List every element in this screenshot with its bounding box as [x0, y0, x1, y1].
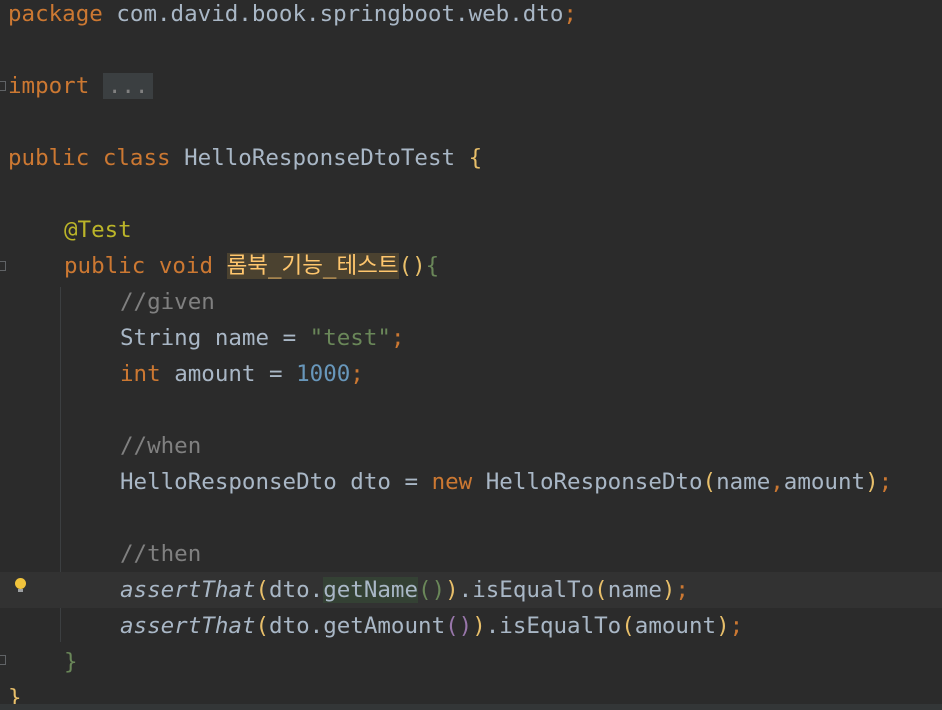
static-method-call: assertThat: [120, 577, 256, 603]
close-paren: ): [661, 577, 676, 603]
code-line-comment-when[interactable]: //when: [0, 428, 942, 464]
code-line-int-declaration[interactable]: int amount = 1000;: [0, 356, 942, 392]
operator: =: [269, 361, 283, 387]
argument: amount: [634, 613, 717, 639]
code-editor[interactable]: package com.david.book.springboot.web.dt…: [0, 0, 942, 710]
keyword-int: int: [120, 361, 161, 387]
keyword-new: new: [431, 469, 473, 495]
argument: amount: [783, 469, 866, 495]
close-paren: ): [865, 469, 879, 495]
code-line-import[interactable]: import ...: [0, 68, 942, 104]
keyword-package: package: [8, 1, 103, 27]
argument: name: [607, 577, 662, 603]
variable-name: dto: [350, 469, 391, 495]
folded-imports[interactable]: ...: [102, 73, 154, 99]
constructor-name: HelloResponseDto: [485, 469, 703, 495]
keyword-class: class: [102, 145, 171, 171]
number-literal: 1000: [296, 361, 351, 387]
open-paren: (: [594, 577, 608, 603]
argument: name: [716, 469, 771, 495]
static-method-call: assertThat: [120, 613, 256, 639]
code-line-comment-given[interactable]: //given: [0, 284, 942, 320]
comment: //when: [120, 433, 202, 459]
chained-method-call: .isEqualTo: [485, 613, 622, 639]
method-call: getAmount: [323, 613, 446, 639]
variable-name: amount: [174, 361, 256, 387]
comma: ,: [770, 469, 784, 495]
type-name: String: [120, 325, 202, 351]
code-line-method-close[interactable]: }: [0, 644, 942, 680]
semicolon: ;: [729, 613, 744, 639]
code-line-assert-name[interactable]: assertThat(dto.getName()).isEqualTo(name…: [0, 572, 942, 608]
code-line-method-declaration[interactable]: public void 롬북_기능_테스트(){: [0, 248, 942, 284]
semicolon: ;: [390, 325, 405, 351]
method-parens: (): [398, 253, 426, 279]
open-paren: (: [255, 613, 270, 639]
keyword-public: public: [8, 145, 90, 171]
chained-method-call: .isEqualTo: [458, 577, 595, 603]
object-reference: dto.: [269, 577, 324, 603]
code-line-assert-amount[interactable]: assertThat(dto.getAmount()).isEqualTo(am…: [0, 608, 942, 644]
type-name: HelloResponseDto: [120, 469, 337, 495]
method-parens: (): [445, 613, 473, 639]
test-annotation: @Test: [64, 217, 132, 243]
code-line-string-declaration[interactable]: String name = "test";: [0, 320, 942, 356]
method-parens: (): [418, 577, 446, 603]
open-paren: (: [255, 577, 270, 603]
close-paren: ): [472, 613, 486, 639]
code-line-annotation[interactable]: @Test: [0, 212, 942, 248]
operator: =: [282, 325, 297, 351]
code-line-new-dto[interactable]: HelloResponseDto dto = new HelloResponse…: [0, 464, 942, 500]
variable-name: name: [214, 325, 270, 351]
method-close-brace: }: [64, 649, 78, 675]
close-paren: ): [716, 613, 730, 639]
code-line-package[interactable]: package com.david.book.springboot.web.dt…: [0, 0, 942, 32]
operator: =: [404, 469, 419, 495]
method-name: 롬북_기능_테스트: [226, 253, 399, 279]
close-paren: ): [445, 577, 459, 603]
class-open-brace: {: [468, 145, 483, 171]
semicolon: ;: [675, 577, 689, 603]
open-paren: (: [702, 469, 717, 495]
semicolon: ;: [350, 361, 364, 387]
code-line-class-declaration[interactable]: public class HelloResponseDtoTest {: [0, 140, 942, 176]
object-reference: dto.: [269, 613, 324, 639]
comment: //given: [120, 289, 215, 315]
package-path: com.david.book.springboot.web.dto: [116, 1, 564, 27]
keyword-void: void: [158, 253, 214, 279]
horizontal-scrollbar[interactable]: [0, 704, 942, 710]
keyword-import: import: [8, 73, 90, 99]
string-literal: "test": [309, 325, 391, 351]
method-open-brace: {: [425, 253, 440, 279]
class-name: HelloResponseDtoTest: [184, 145, 456, 171]
semicolon: ;: [563, 1, 577, 27]
lightbulb-icon[interactable]: [15, 578, 26, 592]
open-paren: (: [621, 613, 635, 639]
method-call: getName: [323, 577, 419, 603]
semicolon: ;: [878, 469, 893, 495]
keyword-public: public: [64, 253, 146, 279]
code-line-comment-then[interactable]: //then: [0, 536, 942, 572]
comment: //then: [120, 541, 202, 567]
